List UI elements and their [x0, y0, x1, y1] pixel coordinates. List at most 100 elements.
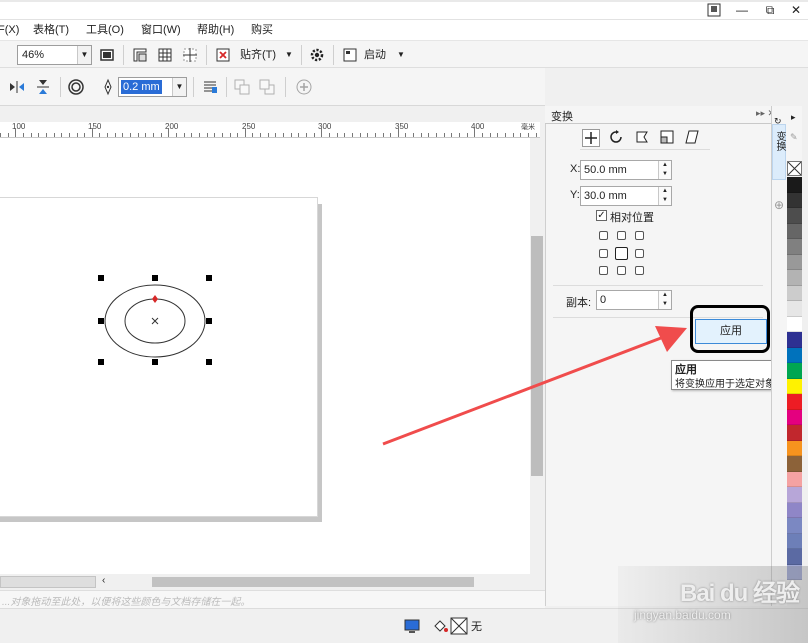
menu-item-file[interactable]: F(X): [0, 22, 19, 38]
anchor-grid[interactable]: [598, 230, 648, 278]
selected-ellipse-group[interactable]: [92, 270, 216, 372]
anchor-point[interactable]: [617, 231, 626, 240]
color-swatch[interactable]: [787, 487, 802, 503]
y-position-input[interactable]: 30.0 mm ▲ ▼: [580, 186, 672, 206]
tab-transform[interactable]: 变换: [772, 124, 786, 180]
color-swatch[interactable]: [787, 456, 802, 472]
outline-width-value[interactable]: 0.2 mm: [121, 80, 162, 94]
horizontal-scroll-thumb[interactable]: [152, 577, 474, 587]
restore-icon[interactable]: ⧉: [761, 3, 779, 17]
page-navigator[interactable]: [0, 576, 96, 588]
menu-item-table[interactable]: 表格(T): [33, 22, 69, 38]
zoom-level-combo[interactable]: 46% ▼: [17, 45, 92, 65]
launch-label[interactable]: 启动: [364, 47, 386, 63]
color-swatch[interactable]: [787, 394, 802, 410]
show-grid-icon[interactable]: [156, 46, 174, 64]
chevron-down-icon[interactable]: ▼: [172, 78, 186, 96]
color-palette[interactable]: [787, 177, 802, 617]
status-hint: ...对象拖动至此处，以便将这些颜色与文档存储在一起。: [2, 597, 251, 608]
spin-arrows-icon[interactable]: ▲ ▼: [658, 187, 671, 205]
ruler-tick: [61, 133, 63, 137]
minimize-icon[interactable]: —: [733, 3, 751, 17]
color-swatch[interactable]: [787, 316, 802, 332]
chevron-down-icon[interactable]: ▼: [397, 47, 405, 63]
horizontal-scrollbar[interactable]: ‹: [0, 574, 545, 590]
skew-icon[interactable]: [684, 129, 702, 147]
ruler-tick: [481, 133, 483, 137]
color-swatch[interactable]: [787, 192, 802, 208]
docker-header: [545, 106, 771, 124]
snap-to-label[interactable]: 贴齐(T): [240, 47, 276, 63]
ruler-tick: [512, 133, 514, 137]
color-swatch[interactable]: [787, 208, 802, 224]
show-guidelines-icon[interactable]: [181, 46, 199, 64]
chevron-up-icon[interactable]: ▸: [791, 112, 796, 123]
anchor-point-center-selected[interactable]: [615, 247, 628, 260]
ruler-tick: [382, 133, 384, 137]
menu-item-tools[interactable]: 工具(O): [86, 22, 124, 38]
color-swatch[interactable]: [787, 378, 802, 394]
anchor-point[interactable]: [635, 266, 644, 275]
chevron-down-icon[interactable]: ▼: [77, 46, 91, 64]
color-swatch[interactable]: [787, 363, 802, 379]
full-screen-icon[interactable]: [98, 46, 116, 64]
eyedropper-icon[interactable]: ✎: [790, 132, 798, 143]
add-icon[interactable]: [295, 78, 313, 96]
color-swatch[interactable]: [787, 471, 802, 487]
anchor-point[interactable]: [599, 231, 608, 240]
chevron-down-icon[interactable]: ▼: [285, 47, 293, 63]
color-swatch[interactable]: [787, 440, 802, 456]
ruler-tick: [214, 133, 216, 137]
no-color-swatch[interactable]: [787, 161, 802, 176]
text-wrap-icon[interactable]: [201, 78, 219, 96]
show-rulers-icon[interactable]: [131, 46, 149, 64]
spin-arrows-icon[interactable]: ▲ ▼: [658, 161, 671, 179]
color-swatch[interactable]: [787, 285, 802, 301]
color-swatch[interactable]: [787, 347, 802, 363]
scale-mirror-icon[interactable]: [634, 129, 652, 147]
copies-label: 副本:: [566, 297, 592, 309]
apply-button[interactable]: 应用: [695, 319, 767, 344]
color-swatch[interactable]: [787, 177, 802, 193]
color-swatch[interactable]: [787, 409, 802, 425]
color-swatch[interactable]: [787, 270, 802, 286]
color-swatch[interactable]: [787, 254, 802, 270]
anchor-point[interactable]: [635, 231, 644, 240]
copies-input[interactable]: 0 ▲ ▼: [596, 290, 672, 310]
mirror-horizontal-icon[interactable]: [8, 78, 26, 96]
monitor-icon[interactable]: [403, 617, 421, 635]
color-swatch[interactable]: [787, 223, 802, 239]
anchor-point[interactable]: [599, 249, 608, 258]
spin-arrows-icon[interactable]: ▲ ▼: [658, 291, 671, 309]
ellipse-type-icon[interactable]: [67, 78, 85, 96]
menu-item-window[interactable]: 窗口(W): [141, 22, 181, 38]
launch-icon[interactable]: [341, 46, 359, 64]
color-swatch[interactable]: [787, 332, 802, 348]
close-icon[interactable]: ✕: [787, 3, 805, 17]
snap-off-icon[interactable]: [214, 46, 232, 64]
color-swatch[interactable]: [787, 301, 802, 317]
relative-position-checkbox[interactable]: ✓: [596, 210, 607, 221]
color-swatch[interactable]: [787, 239, 802, 255]
mirror-vertical-icon[interactable]: [34, 78, 52, 96]
color-swatch[interactable]: [787, 549, 802, 565]
gear-icon[interactable]: [308, 46, 326, 64]
anchor-point[interactable]: [635, 249, 644, 258]
color-swatch[interactable]: [787, 518, 802, 534]
anchor-point[interactable]: [617, 266, 626, 275]
rotate-icon[interactable]: [608, 129, 626, 147]
x-position-input[interactable]: 50.0 mm ▲ ▼: [580, 160, 672, 180]
menu-item-help[interactable]: 帮助(H): [197, 22, 234, 38]
add-docker-icon[interactable]: ⊕: [774, 198, 784, 212]
color-swatch[interactable]: [787, 425, 802, 441]
zoom-level-value: 46%: [22, 49, 45, 61]
menu-item-buy[interactable]: 购买: [251, 22, 273, 38]
anchor-point[interactable]: [599, 266, 608, 275]
scroll-left-icon[interactable]: ‹: [102, 575, 105, 586]
position-icon[interactable]: [582, 129, 600, 147]
size-icon[interactable]: [659, 129, 677, 147]
ruler-tick: [374, 133, 376, 137]
color-swatch[interactable]: [787, 533, 802, 549]
outline-width-combo[interactable]: 0.2 mm ▼: [118, 77, 187, 97]
color-swatch[interactable]: [787, 502, 802, 518]
